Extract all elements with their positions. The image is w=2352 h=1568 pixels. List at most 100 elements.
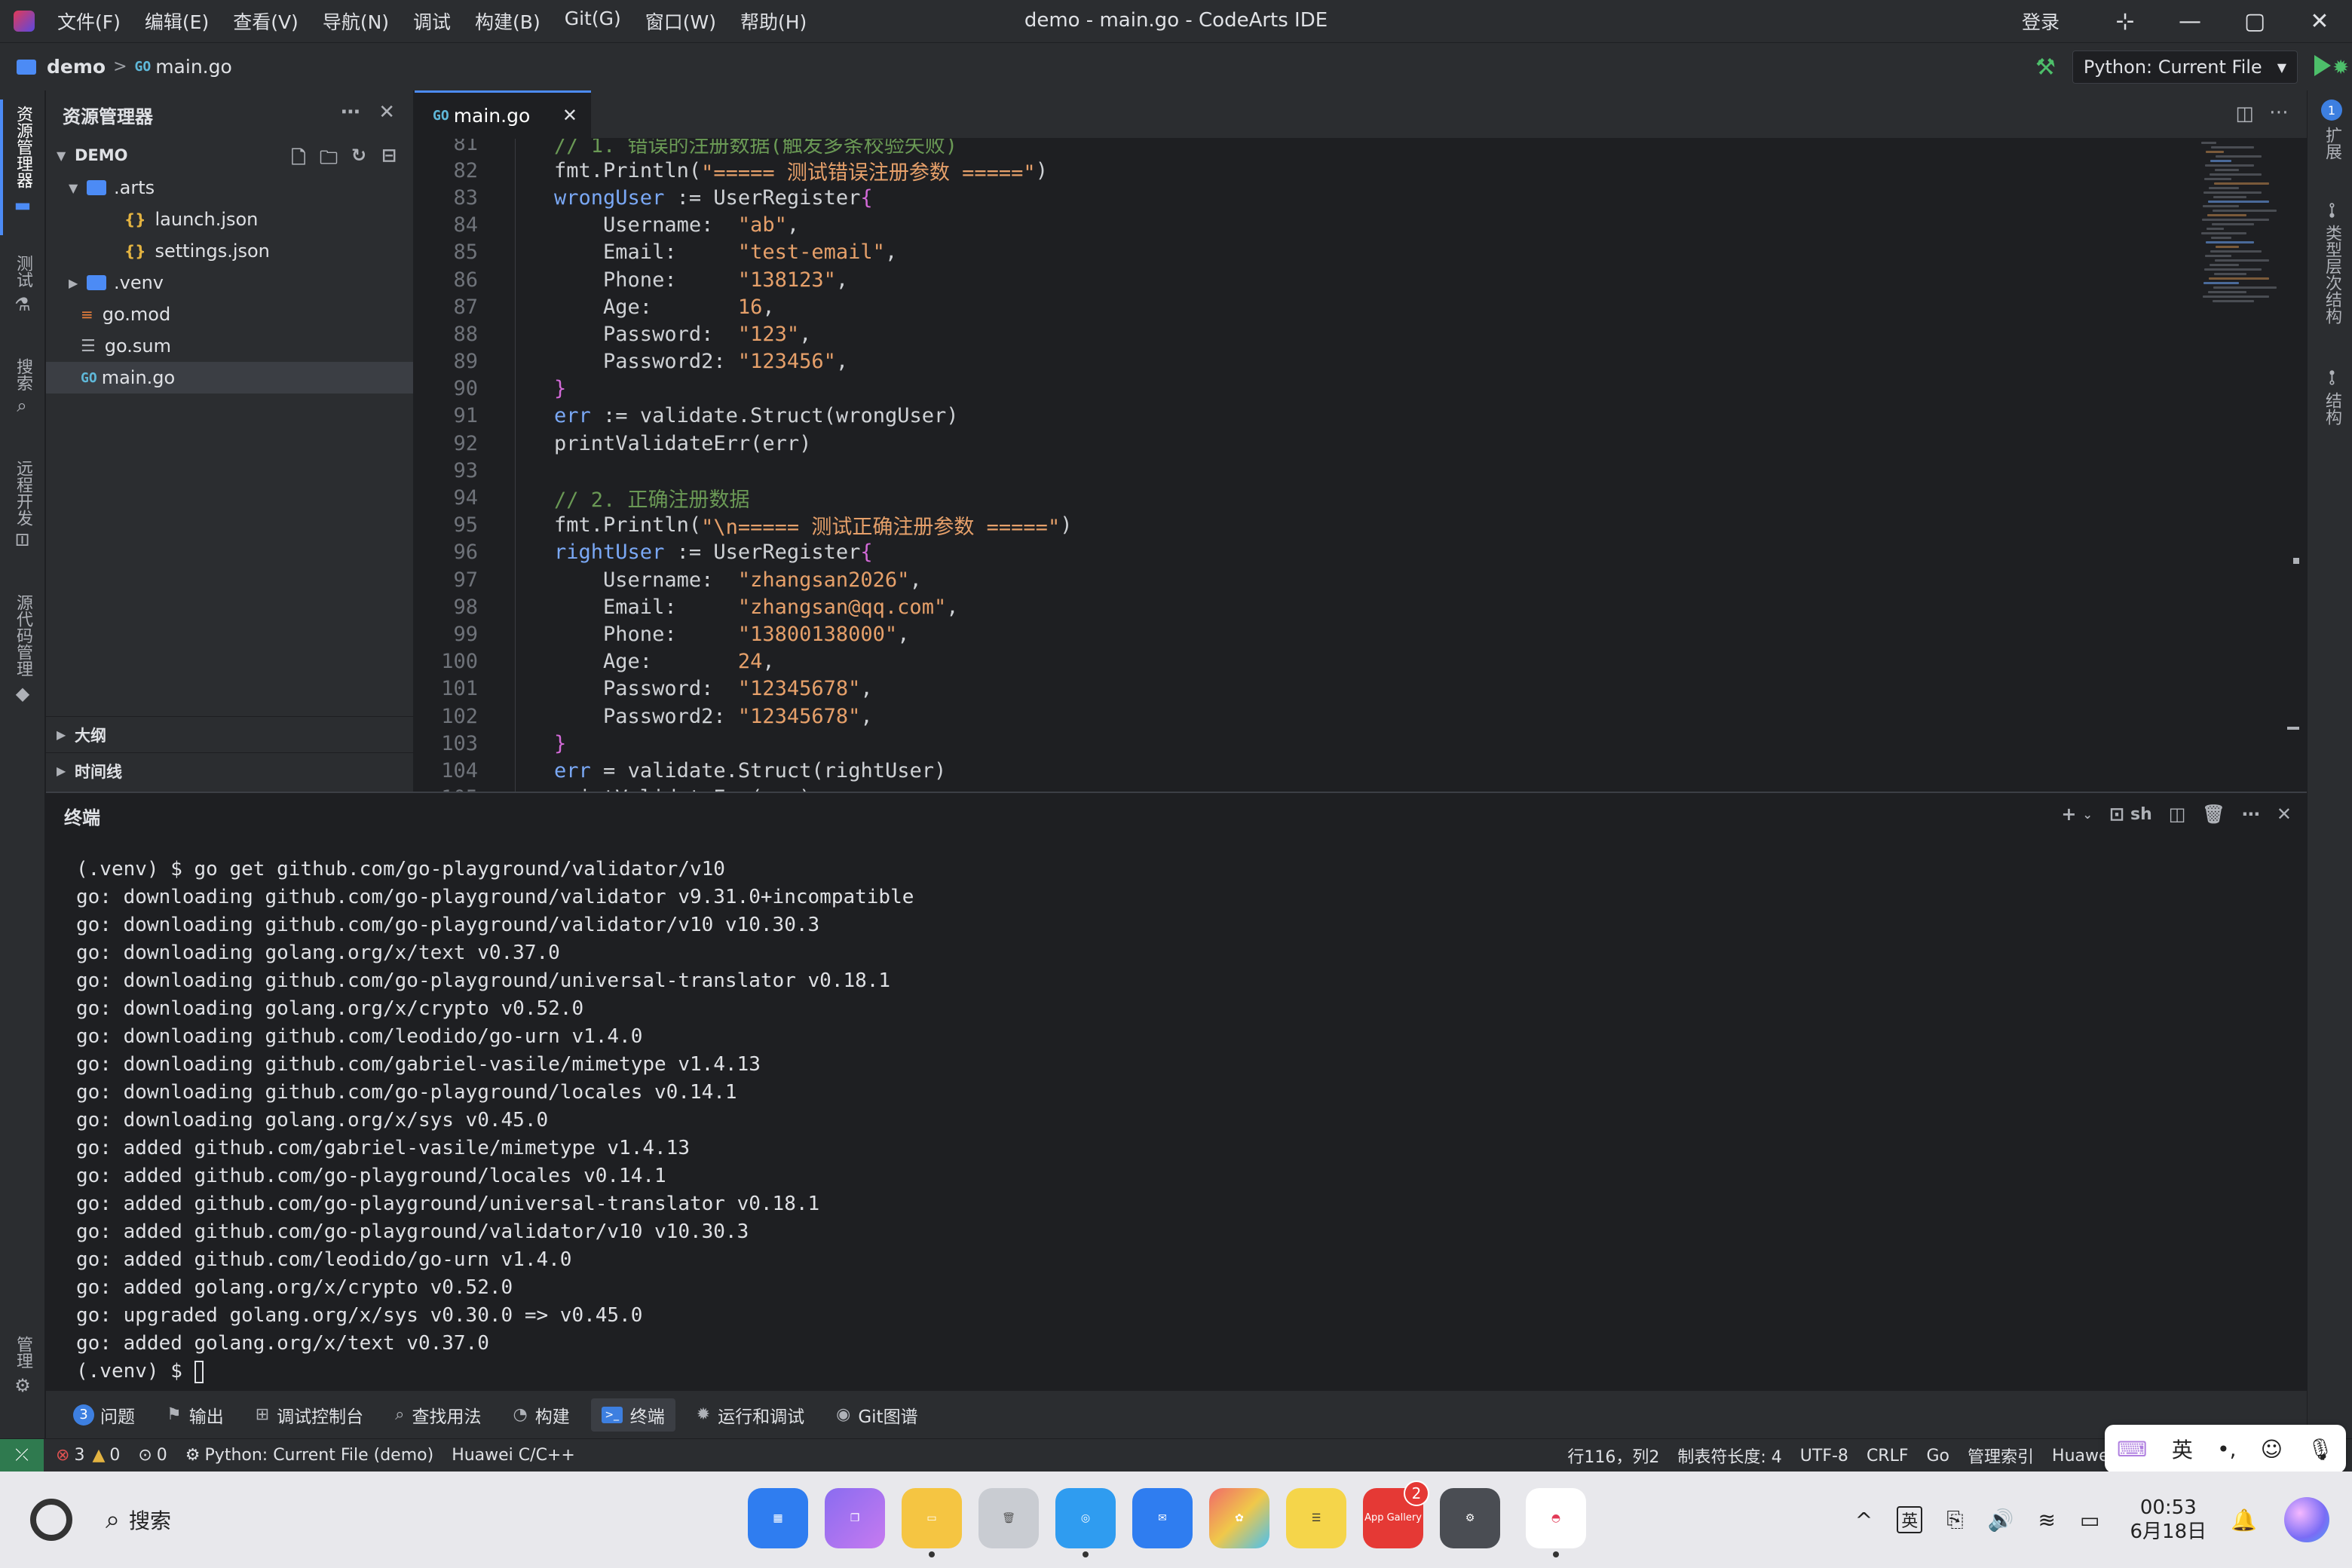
run-icon[interactable] (2314, 55, 2331, 76)
breadcrumb-file[interactable]: main.go (155, 56, 232, 78)
trash-icon[interactable]: 🗑 (978, 1488, 1039, 1548)
status-ports[interactable]: ⊙ 0 (138, 1446, 167, 1465)
menu-item[interactable]: 查看(V) (233, 8, 299, 35)
tree-item[interactable]: ≡ go.mod (46, 299, 413, 330)
tree-item[interactable]: ▼ .arts (46, 172, 413, 204)
tab-terminal[interactable]: >_ 终端 (590, 1398, 675, 1432)
taskbar-search[interactable]: ⌕ 搜索 (106, 1505, 171, 1535)
tree-item[interactable]: ☰ go.sum (46, 330, 413, 362)
tab-output[interactable]: ⚑ 输出 (156, 1398, 234, 1432)
layout-icon[interactable]: ⊹ (2093, 0, 2158, 42)
chevron-down-icon[interactable]: ⌄ (2082, 807, 2092, 822)
menu-item[interactable]: 窗口(W) (645, 8, 716, 35)
status-eol[interactable]: CRLF (1867, 1447, 1909, 1465)
emoji-icon[interactable]: ☺ (2261, 1437, 2283, 1462)
outline-section[interactable]: ▶ 大纲 (46, 716, 413, 752)
close-icon[interactable]: ✕ (378, 101, 395, 124)
wifi-icon[interactable]: ≋ (2038, 1508, 2056, 1533)
close-button[interactable]: ✕ (2287, 0, 2352, 42)
more-icon[interactable]: ⋯ (341, 101, 360, 124)
debug-bug-icon[interactable]: ✹ (2332, 57, 2349, 79)
remote-indicator-icon[interactable]: ⤫ (0, 1438, 44, 1472)
menu-item[interactable]: 调试 (413, 8, 451, 35)
tab-find-usages[interactable]: ⌕ 查找用法 (384, 1398, 492, 1432)
start-button[interactable] (30, 1499, 72, 1541)
maximize-button[interactable]: ▢ (2222, 0, 2287, 42)
run-config-select[interactable]: Python: Current File ▼ (2072, 51, 2298, 84)
timeline-section[interactable]: ▶ 时间线 (46, 752, 413, 789)
ime-punctuation-toggle[interactable]: •, (2217, 1437, 2236, 1462)
login-button[interactable]: 登录 (2022, 8, 2060, 35)
more-icon[interactable]: ⋯ (2242, 804, 2260, 825)
tab-problems[interactable]: 3 问题 (63, 1398, 145, 1432)
tab-run-debug[interactable]: ✹ 运行和调试 (686, 1398, 815, 1432)
status-run-config[interactable]: ⚙ Python: Current File (demo) (185, 1446, 433, 1465)
split-terminal-icon[interactable]: ◫ (2169, 804, 2186, 825)
menu-item[interactable]: 构建(B) (475, 8, 541, 35)
clock[interactable]: 00:53 6月18日 (2130, 1496, 2207, 1544)
refresh-icon[interactable]: ↻ (344, 145, 374, 167)
tree-item[interactable]: GO main.go (46, 362, 413, 394)
codearts-ide-icon[interactable]: ◓ (1526, 1488, 1586, 1557)
activity-search[interactable]: 搜索 ⌕ (6, 358, 39, 415)
new-folder-icon[interactable]: 🗀 (314, 145, 344, 168)
new-file-icon[interactable]: 🗋 (283, 145, 314, 168)
activity-explorer[interactable]: 资源管理器 ▬ (6, 106, 39, 216)
menu-item[interactable]: 编辑(E) (145, 8, 209, 35)
tab-debug-console[interactable]: ⊞ 调试控制台 (245, 1398, 374, 1432)
status-problems[interactable]: ⊗ 3 ▲ 0 (56, 1446, 120, 1465)
rightbar-type-hierarchy[interactable]: ⊶ 类型层次结构 (2317, 202, 2347, 324)
chevron-up-icon[interactable]: ^ (1855, 1508, 1873, 1533)
tab-close-icon[interactable]: ✕ (562, 105, 577, 126)
multitask-icon[interactable]: ❐ (825, 1488, 885, 1548)
notification-bell-icon[interactable]: 🔔 (2231, 1508, 2257, 1533)
tree-item[interactable]: {} settings.json (46, 235, 413, 267)
status-cursor-position[interactable]: 行116，列2 (1567, 1444, 1659, 1468)
status-tab-size[interactable]: 制表符长度: 4 (1677, 1444, 1781, 1468)
clipboard-icon[interactable]: ⎘ (1946, 1507, 1963, 1533)
close-icon[interactable]: ✕ (2277, 804, 2292, 825)
tab-build[interactable]: ◔ 构建 (503, 1398, 580, 1432)
activity-test[interactable]: 测试 ⚗ (6, 255, 39, 315)
battery-icon[interactable]: ▭ (2080, 1508, 2099, 1533)
trash-icon[interactable]: 🗑 (2202, 804, 2225, 825)
tab-main-go[interactable]: GO main.go ✕ (415, 90, 591, 139)
breadcrumb-project[interactable]: demo (47, 56, 106, 78)
file-manager-icon[interactable]: ▭ (902, 1488, 962, 1557)
volume-icon[interactable]: 🔊 (1988, 1508, 2014, 1533)
project-root-row[interactable]: ▼ DEMO 🗋 🗀 ↻ ⊟ (46, 139, 413, 172)
more-icon[interactable]: ⋯ (2269, 101, 2289, 124)
activity-remote[interactable]: 远程开发 ⊟ (6, 460, 39, 547)
tab-git-graph[interactable]: ◉ Git图谱 (825, 1398, 928, 1432)
status-encoding[interactable]: UTF-8 (1800, 1447, 1848, 1465)
rightbar-extensions[interactable]: 1 扩展 (2317, 100, 2347, 160)
menu-item[interactable]: 导航(N) (323, 8, 389, 35)
tree-item[interactable]: {} launch.json (46, 204, 413, 235)
mail-icon[interactable]: ✉ (1132, 1488, 1193, 1548)
rightbar-structure[interactable]: ⊷ 结构 (2317, 369, 2347, 425)
menu-item[interactable]: Git(G) (565, 8, 621, 35)
terminal-prompt-line[interactable]: (.venv) $ (76, 1360, 914, 1388)
ime-indicator[interactable]: 英 (1897, 1506, 1923, 1533)
minimize-button[interactable]: — (2158, 0, 2222, 42)
app-gallery-icon[interactable]: App Gallery 2 (1363, 1481, 1429, 1548)
gallery-icon[interactable]: ✿ (1209, 1488, 1269, 1548)
notes-icon[interactable]: ☰ (1286, 1488, 1346, 1548)
build-hammer-icon[interactable]: ⚒ (2035, 54, 2056, 81)
new-terminal-icon[interactable]: + (2061, 804, 2076, 825)
settings-icon[interactable]: ⚙ (1440, 1488, 1500, 1548)
split-editor-icon[interactable]: ◫ (2235, 103, 2254, 125)
terminal-shell-label[interactable]: sh (2130, 805, 2152, 824)
status-index[interactable]: 管理索引 (1968, 1444, 2034, 1468)
ime-language-toggle[interactable]: 英 (2172, 1434, 2193, 1464)
minimap[interactable] (2201, 142, 2277, 323)
code-editor[interactable]: 81 // 1. 错误的注册数据(触发多条校验失败) 82 fmt. Println… (415, 139, 2307, 792)
status-language[interactable]: Go (1927, 1447, 1950, 1465)
browser-icon[interactable]: ◎ (1055, 1488, 1116, 1557)
activity-manage[interactable]: 管理 ⚙ (6, 1336, 39, 1396)
menu-item[interactable]: 文件(F) (57, 8, 121, 35)
keyboard-icon[interactable]: ⌨ (2117, 1437, 2147, 1462)
microphone-icon[interactable]: 🎙 (2307, 1437, 2334, 1462)
tree-item[interactable]: ▶ .venv (46, 267, 413, 299)
activity-scm[interactable]: 源代码管理 ◆ (6, 594, 39, 704)
